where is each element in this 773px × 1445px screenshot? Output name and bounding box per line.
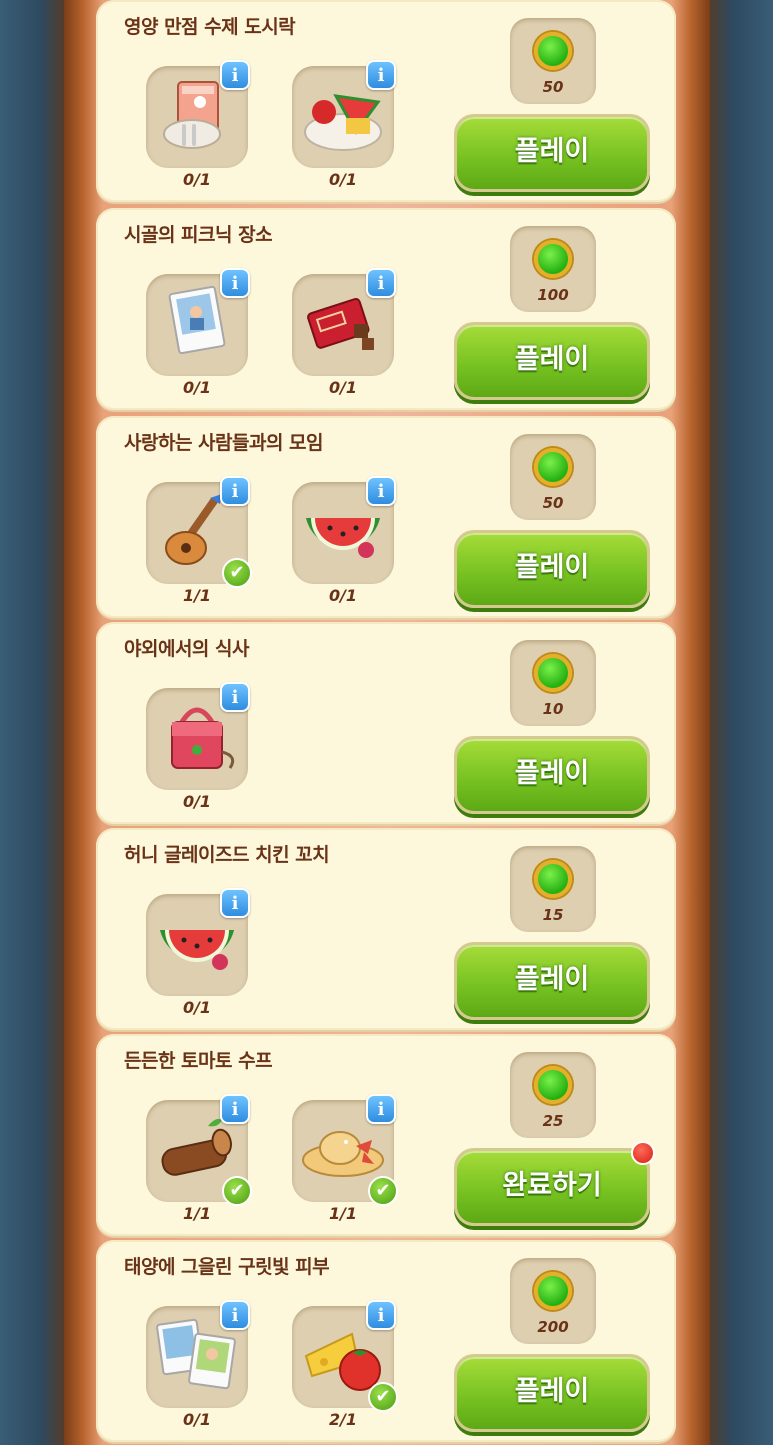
play-button[interactable]: 플레이 (454, 114, 650, 192)
quest-item: i ✔ 1/1 (292, 1094, 398, 1224)
info-icon[interactable]: i (220, 476, 250, 506)
reward-box: 25 (510, 1052, 596, 1138)
item-progress: 0/1 (328, 378, 358, 397)
quest-item: i ✔ 1/1 (146, 476, 252, 606)
reward-amount: 10 (542, 700, 564, 718)
reward-box: 50 (510, 434, 596, 520)
quest-title: 허니 글레이즈드 치킨 꼬치 (124, 844, 330, 866)
reward-amount: 200 (537, 1318, 569, 1336)
reward-amount: 15 (542, 906, 564, 924)
reward-amount: 50 (542, 494, 564, 512)
reward-box: 10 (510, 640, 596, 726)
quest-card: 허니 글레이즈드 치킨 꼬치 i 0/1 15 플레이 (96, 828, 676, 1030)
checkmark-icon: ✔ (368, 1382, 398, 1412)
reward-box: 100 (510, 226, 596, 312)
quest-item: i 0/1 (146, 888, 250, 1018)
checkmark-icon: ✔ (368, 1176, 398, 1206)
info-icon[interactable]: i (366, 268, 396, 298)
gem-icon (534, 1066, 572, 1104)
item-progress: 2/1 (328, 1410, 358, 1429)
quest-card: 시골의 피크닉 장소 i 0/1 i 0/1 100 플레이 (96, 208, 676, 410)
info-icon[interactable]: i (220, 268, 250, 298)
reward-amount: 25 (542, 1112, 564, 1130)
checkmark-icon: ✔ (222, 1176, 252, 1206)
info-icon[interactable]: i (366, 476, 396, 506)
item-progress: 0/1 (182, 1410, 212, 1429)
info-icon[interactable]: i (220, 682, 250, 712)
quest-title: 든든한 토마토 수프 (124, 1050, 273, 1072)
play-button[interactable]: 플레이 (454, 736, 650, 814)
button-label: 완료하기 (502, 1170, 602, 1201)
play-button[interactable]: 플레이 (454, 942, 650, 1020)
item-progress: 0/1 (328, 586, 358, 605)
info-icon[interactable]: i (366, 1094, 396, 1124)
play-button[interactable]: 플레이 (454, 1354, 650, 1432)
quest-item: i 0/1 (292, 60, 396, 190)
item-progress: 0/1 (182, 792, 212, 811)
item-progress: 1/1 (182, 1204, 212, 1223)
button-label: 플레이 (514, 552, 590, 583)
background-right (705, 0, 773, 1445)
gem-icon (534, 860, 572, 898)
info-icon[interactable]: i (220, 888, 250, 918)
gem-icon (534, 448, 572, 486)
item-progress: 0/1 (182, 170, 212, 189)
quest-title: 사랑하는 사람들과의 모임 (124, 432, 324, 454)
item-progress: 0/1 (182, 378, 212, 397)
reward-box: 200 (510, 1258, 596, 1344)
quest-item: i 0/1 (146, 1300, 250, 1430)
item-progress: 1/1 (328, 1204, 358, 1223)
quest-card: 사랑하는 사람들과의 모임 i ✔ 1/1 i 0/1 50 플레이 (96, 416, 676, 618)
info-icon[interactable]: i (220, 1300, 250, 1330)
gem-icon (534, 1272, 572, 1310)
quest-card: 야외에서의 식사 i 0/1 10 플레이 (96, 622, 676, 824)
quest-card: 태양에 그을린 구릿빛 피부 i 0/1 i ✔ 2/1 200 플레이 (96, 1240, 676, 1442)
play-button[interactable]: 플레이 (454, 322, 650, 400)
info-icon[interactable]: i (220, 60, 250, 90)
item-progress: 0/1 (328, 170, 358, 189)
quest-card: 영양 만점 수제 도시락 i 0/1 i 0/1 50 플레이 (96, 0, 676, 202)
reward-amount: 50 (542, 78, 564, 96)
button-label: 플레이 (514, 964, 590, 995)
info-icon[interactable]: i (366, 1300, 396, 1330)
item-progress: 1/1 (182, 586, 212, 605)
button-label: 플레이 (514, 136, 590, 167)
gem-icon (534, 32, 572, 70)
quest-title: 태양에 그을린 구릿빛 피부 (124, 1256, 330, 1278)
play-button[interactable]: 플레이 (454, 530, 650, 608)
notification-dot (631, 1141, 655, 1165)
quest-title: 시골의 피크닉 장소 (124, 224, 273, 246)
quest-item: i ✔ 2/1 (292, 1300, 398, 1430)
reward-amount: 100 (537, 286, 569, 304)
quest-title: 야외에서의 식사 (124, 638, 249, 660)
item-progress: 0/1 (182, 998, 212, 1017)
quest-title: 영양 만점 수제 도시락 (124, 16, 296, 38)
checkmark-icon: ✔ (222, 558, 252, 588)
quest-item: i 0/1 (292, 268, 396, 398)
button-label: 플레이 (514, 758, 590, 789)
reward-box: 50 (510, 18, 596, 104)
quest-item: i ✔ 1/1 (146, 1094, 252, 1224)
quest-item: i 0/1 (292, 476, 396, 606)
info-icon[interactable]: i (366, 60, 396, 90)
quest-card: 든든한 토마토 수프 i ✔ 1/1 i ✔ 1/1 25 완료하기 (96, 1034, 676, 1236)
complete-button[interactable]: 완료하기 (454, 1141, 655, 1226)
quest-item: i 0/1 (146, 682, 250, 812)
button-label: 플레이 (514, 1376, 590, 1407)
gem-icon (534, 240, 572, 278)
quest-item: i 0/1 (146, 268, 250, 398)
quest-item: i 0/1 (146, 60, 250, 190)
info-icon[interactable]: i (220, 1094, 250, 1124)
gem-icon (534, 654, 572, 692)
reward-box: 15 (510, 846, 596, 932)
background-left (0, 0, 68, 1445)
button-label: 플레이 (514, 344, 590, 375)
